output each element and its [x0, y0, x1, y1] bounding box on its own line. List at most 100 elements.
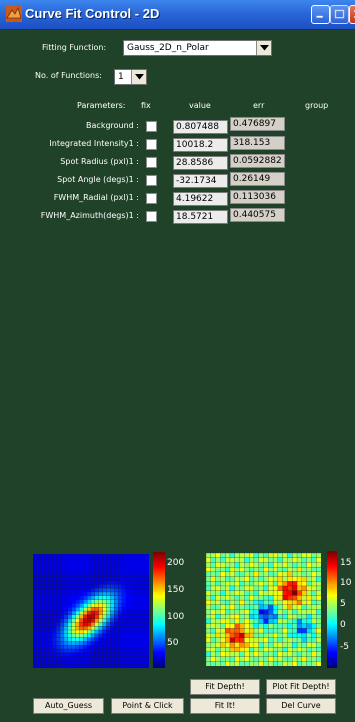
heatmap-cell	[67, 614, 73, 620]
fix-checkbox[interactable]	[146, 193, 157, 204]
heatmap-cell	[301, 623, 308, 629]
heatmap-cell	[133, 664, 138, 668]
heatmap-cell	[75, 622, 80, 627]
heatmap-cell	[133, 569, 138, 574]
heatmap-cell	[117, 614, 123, 620]
heatmap-cell	[79, 584, 84, 589]
heatmap-cell	[258, 567, 264, 573]
param-value-field[interactable]: 28.8586	[173, 156, 228, 170]
heatmap-cell	[44, 554, 49, 559]
heatmap-cell	[110, 664, 115, 668]
heatmap-cell	[67, 664, 73, 668]
heatmap-cell	[263, 595, 269, 601]
heatmap-cell	[71, 614, 76, 620]
num-functions-select[interactable]: 1	[114, 69, 147, 85]
heatmap-cell	[71, 648, 76, 654]
heatmap-cell	[282, 651, 288, 658]
heatmap-cell	[90, 584, 96, 589]
heatmap-cell	[90, 554, 96, 559]
heatmap-cell	[215, 595, 221, 601]
point-click-button[interactable]: Point & Click	[111, 698, 184, 714]
heatmap-cell	[282, 576, 288, 582]
heatmap-cell	[292, 642, 298, 648]
del-curve-button[interactable]: Del Curve	[266, 698, 336, 714]
heatmap-cell	[110, 561, 115, 566]
heatmap-cell	[263, 628, 269, 634]
heatmap-cell	[79, 656, 84, 661]
heatmap-cell	[40, 629, 46, 635]
heatmap-cell	[36, 618, 42, 623]
dropdown-arrow[interactable]	[131, 70, 146, 84]
heatmap-cell	[145, 565, 149, 570]
heatmap-cell	[52, 576, 57, 582]
heatmap-cell	[83, 599, 88, 604]
heatmap-cell	[94, 610, 100, 616]
heatmap-cell	[79, 561, 84, 566]
plot-fit-depth-button[interactable]: Plot Fit Depth!	[266, 679, 336, 695]
heatmap-cell	[277, 623, 284, 629]
heatmap-cell	[296, 576, 303, 582]
heatmap-cell	[110, 618, 115, 623]
heatmap-cell	[129, 645, 134, 650]
heatmap-cell	[33, 637, 38, 642]
fitting-function-select[interactable]: Gauss_2D_n_Polar	[123, 40, 272, 56]
param-value-field[interactable]: -32.1734	[173, 174, 228, 188]
heatmap-cell	[114, 614, 119, 620]
param-value-field[interactable]: 4.19622	[173, 192, 228, 206]
heatmap-cell	[79, 652, 84, 658]
data-heatmap-plot[interactable]	[33, 554, 149, 668]
heatmap-cell	[40, 607, 46, 612]
fix-checkbox[interactable]	[146, 157, 157, 168]
fix-checkbox[interactable]	[146, 121, 157, 132]
heatmap-cell	[87, 591, 92, 597]
heatmap-cell	[244, 590, 250, 596]
heatmap-cell	[137, 633, 142, 639]
close-button[interactable]	[349, 5, 355, 24]
heatmap-cell	[296, 604, 303, 610]
heatmap-cell	[141, 610, 146, 616]
heatmap-cell	[244, 637, 250, 643]
heatmap-cell	[253, 651, 260, 658]
auto-guess-button[interactable]: Auto_Guess	[33, 698, 104, 714]
heatmap-cell	[90, 618, 96, 623]
heatmap-cell	[311, 647, 317, 653]
param-value-field[interactable]: 0.807488	[173, 120, 228, 134]
heatmap-cell	[44, 557, 49, 563]
dropdown-arrow[interactable]	[256, 41, 271, 55]
fix-checkbox[interactable]	[146, 139, 157, 150]
heatmap-cell	[249, 590, 255, 596]
heatmap-cell	[52, 588, 57, 593]
fix-checkbox[interactable]	[146, 211, 157, 222]
heatmap-cell	[229, 637, 236, 643]
heatmap-cell	[48, 572, 53, 578]
heatmap-cell	[67, 656, 73, 661]
heatmap-cell	[71, 618, 76, 623]
heatmap-cell	[210, 567, 217, 573]
heatmap-cell	[215, 618, 221, 625]
fit-it-button[interactable]: Fit It!	[190, 698, 260, 714]
heatmap-cell	[137, 565, 142, 570]
heatmap-cell	[258, 642, 264, 648]
heatmap-cell	[210, 571, 217, 577]
fit-depth-button[interactable]: Fit Depth!	[190, 679, 260, 695]
param-value-field[interactable]: 10018.2	[173, 138, 228, 152]
heatmap-cell	[117, 572, 123, 578]
heatmap-cell	[44, 645, 49, 650]
heatmap-cell	[258, 647, 264, 653]
heatmap-cell	[206, 562, 212, 568]
maximize-button[interactable]	[330, 5, 349, 24]
heatmap-cell	[56, 618, 61, 623]
heatmap-cell	[94, 576, 100, 582]
residual-heatmap-plot[interactable]	[206, 553, 321, 666]
param-err-field: 0.440575	[230, 208, 285, 222]
heatmap-cell	[59, 610, 65, 616]
param-value-field[interactable]: 18.5721	[173, 210, 228, 224]
heatmap-cell	[117, 641, 123, 646]
window-titlebar[interactable]: Curve Fit Control - 2D	[0, 0, 355, 30]
minimize-button[interactable]	[311, 5, 330, 24]
heatmap-cell	[36, 603, 42, 608]
heatmap-cell	[301, 647, 308, 653]
heatmap-cell	[98, 599, 104, 604]
heatmap-cell	[292, 661, 298, 666]
fix-checkbox[interactable]	[146, 175, 157, 186]
